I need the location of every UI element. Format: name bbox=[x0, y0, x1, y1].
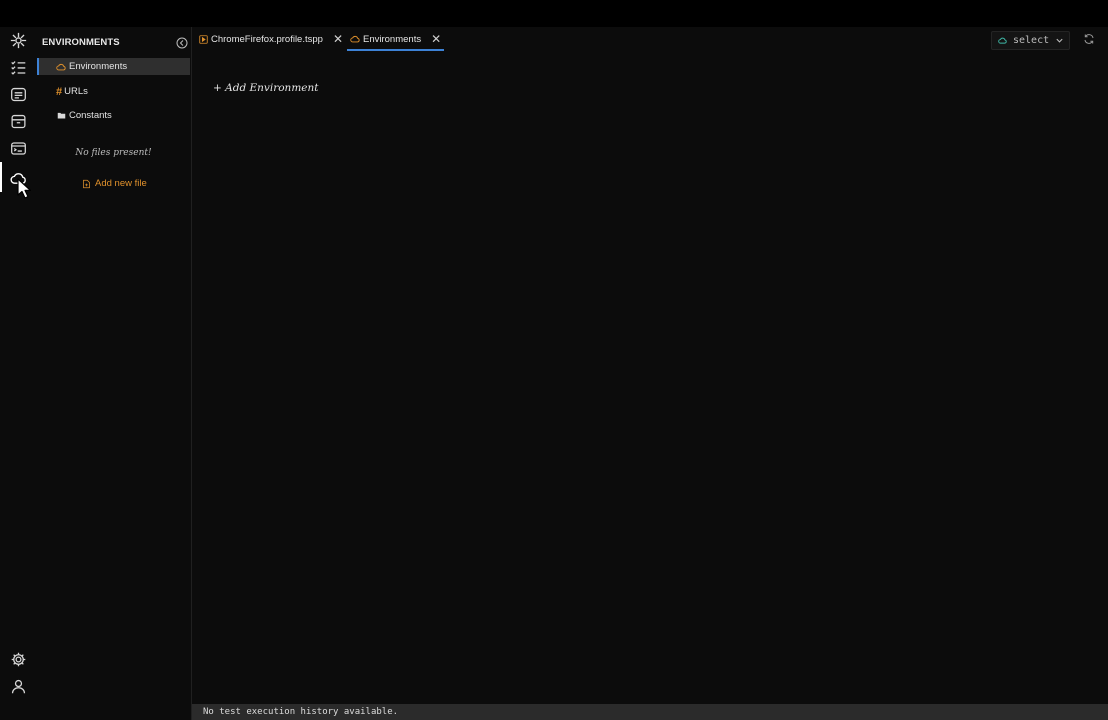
chevron-down-icon bbox=[1055, 36, 1064, 45]
explorer-item-label: Constants bbox=[69, 110, 112, 121]
cloud-icon bbox=[56, 62, 66, 72]
terminal-card-icon[interactable] bbox=[0, 135, 37, 161]
cloud-icon bbox=[350, 34, 360, 44]
activity-bar bbox=[0, 27, 37, 720]
environment-select-value: select bbox=[1013, 35, 1050, 46]
close-icon[interactable]: ✕ bbox=[431, 32, 441, 46]
tab-environments[interactable]: Environments ✕ bbox=[347, 27, 445, 51]
logo-icon[interactable] bbox=[0, 27, 37, 53]
tab-label: Environments bbox=[363, 33, 422, 45]
checklist-icon[interactable] bbox=[0, 54, 37, 80]
add-environment-button[interactable]: + Add Environment bbox=[213, 82, 318, 94]
status-message: No test execution history available. bbox=[203, 707, 399, 717]
hash-icon: # bbox=[56, 85, 63, 98]
file-plus-icon bbox=[83, 179, 90, 188]
explorer-item-urls[interactable]: # URLs bbox=[37, 83, 209, 100]
play-file-icon bbox=[199, 34, 208, 44]
status-bar: No test execution history available. bbox=[192, 704, 1108, 720]
explorer-item-label: URLs bbox=[64, 86, 88, 97]
tab-chromefirefox-profile[interactable]: ChromeFirefox.profile.tspp ✕ bbox=[199, 27, 343, 51]
add-new-file-button[interactable]: Add new file bbox=[82, 178, 147, 189]
add-new-file-label: Add new file bbox=[95, 178, 147, 189]
explorer-panel: ENVIRONMENTS Environments # URLs Constan… bbox=[37, 27, 192, 720]
archive-icon[interactable] bbox=[0, 108, 37, 134]
tab-label: ChromeFirefox.profile.tspp bbox=[211, 33, 323, 45]
environments-editor: + Add Environment bbox=[192, 52, 1108, 705]
empty-message: No files present! bbox=[75, 148, 152, 158]
explorer-item-environments[interactable]: Environments bbox=[37, 58, 190, 75]
collapse-panel-icon[interactable] bbox=[176, 37, 188, 49]
environment-select[interactable]: select bbox=[991, 31, 1070, 50]
refresh-icon[interactable] bbox=[1083, 33, 1095, 45]
close-icon[interactable]: ✕ bbox=[333, 32, 343, 46]
explorer-item-constants[interactable]: Constants bbox=[37, 107, 209, 124]
explorer-title: ENVIRONMENTS bbox=[42, 37, 120, 48]
document-list-icon[interactable] bbox=[0, 81, 37, 107]
mouse-cursor-icon bbox=[17, 178, 32, 199]
gear-icon[interactable] bbox=[0, 646, 37, 672]
cloud-icon bbox=[998, 36, 1007, 45]
tab-bar: ChromeFirefox.profile.tspp ✕ Environment… bbox=[192, 27, 1108, 52]
user-icon[interactable] bbox=[0, 673, 37, 699]
explorer-item-label: Environments bbox=[69, 61, 128, 72]
window-titlebar bbox=[0, 0, 1108, 27]
folder-icon bbox=[56, 111, 66, 121]
